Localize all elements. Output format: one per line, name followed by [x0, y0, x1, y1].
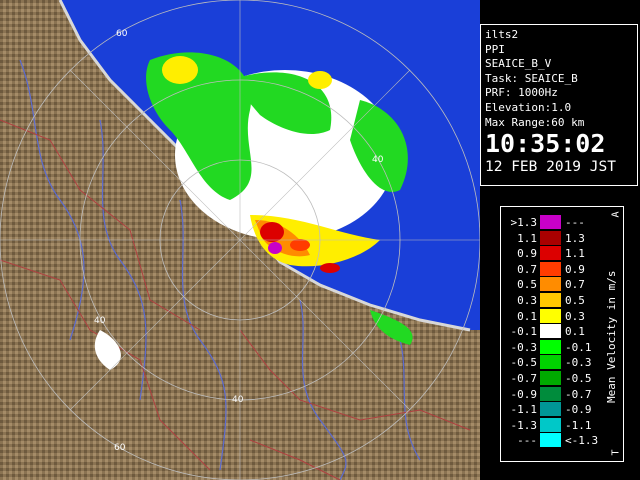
legend-row: >1.3 ---	[501, 215, 609, 230]
legend-swatch	[540, 324, 561, 339]
legend-row: -0.7 -0.5	[501, 371, 609, 386]
legend-corner-top: A	[610, 211, 622, 218]
legend-low-value: 0.7	[517, 262, 537, 276]
max-range: Max Range:60 km	[485, 115, 585, 129]
legend-row: -1.3 -1.1	[501, 417, 609, 433]
legend-swatch	[540, 371, 561, 385]
legend-low-value: -1.3	[510, 418, 538, 432]
legend-row: -0.9 -0.7	[501, 386, 609, 402]
legend-low-value: -0.5	[510, 356, 538, 370]
task: Task: SEAICE_B	[485, 71, 578, 85]
legend-swatch	[540, 402, 561, 417]
legend-row: 0.3 0.5	[501, 293, 609, 308]
legend-high-value: 1.3	[565, 231, 585, 245]
range-label: 60	[116, 29, 128, 39]
radial-lines	[0, 0, 480, 480]
legend-row: 0.5 0.7	[501, 277, 609, 292]
legend-low-value: >1.3	[510, 216, 538, 229]
legend-low-value: -0.9	[510, 387, 538, 401]
legend-swatch	[540, 308, 561, 323]
legend-row: 0.7 0.9	[501, 261, 609, 277]
legend-high-value: 0.1	[565, 325, 585, 339]
legend-swatch	[540, 293, 561, 307]
time-display: 10:35:02	[485, 129, 606, 159]
legend-high-value: 0.7	[565, 278, 585, 292]
legend-low-value: 0.1	[517, 309, 537, 323]
legend-swatch	[540, 215, 561, 229]
legend-high-value: 0.9	[565, 262, 585, 276]
product-type: PPI	[485, 42, 505, 56]
radar-map[interactable]: 60 40 40 40 60	[0, 0, 480, 480]
legend-title: Mean Velocity in m/s	[605, 270, 618, 404]
legend-high-value: -0.3	[565, 356, 592, 370]
legend-swatch	[540, 261, 561, 276]
legend-low-value: 0.5	[517, 278, 537, 292]
legend-row: 1.1 1.3	[501, 230, 609, 246]
product-name: SEAICE_B_V	[485, 57, 552, 71]
legend-high-value: -1.1	[565, 418, 592, 432]
legend-swatch	[540, 386, 561, 401]
legend-high-value: 0.5	[565, 294, 585, 307]
range-label: 40	[372, 155, 384, 165]
legend-row: -0.5 -0.3	[501, 355, 609, 370]
legend-swatch	[540, 339, 561, 354]
legend-high-value: -0.9	[565, 403, 592, 417]
legend-swatch	[540, 417, 561, 432]
legend-low-value: -1.1	[510, 403, 538, 417]
legend-swatch	[540, 433, 561, 448]
legend-row: 0.9 1.1	[501, 246, 609, 261]
legend-high-value: 1.1	[565, 247, 585, 261]
legend-corner-bottom: T	[610, 449, 622, 456]
legend-high-value: -0.5	[565, 372, 592, 385]
legend-low-value: -0.1	[510, 325, 538, 339]
legend-row: -0.1 0.1	[501, 324, 609, 339]
legend-row: 0.1 0.3	[501, 308, 609, 324]
radar-info-panel: ilts2 PPI SEAICE_B_V Task: SEAICE_B PRF:…	[480, 24, 638, 186]
velocity-legend: >1.3 --- 1.1 1.3 0.9 1.1 0.7 0.9 0.5 0.7 0.3 0.5 0.1…	[500, 206, 624, 462]
legend-high-value: -0.7	[565, 387, 592, 401]
legend-low-value: -0.7	[510, 372, 538, 385]
radar-name: ilts2	[485, 28, 519, 41]
legend-low-value: 0.9	[517, 247, 537, 261]
legend-low-value: 1.1	[517, 231, 537, 245]
legend-row: -0.3 -0.1	[501, 339, 609, 355]
legend-high-value: -0.1	[565, 340, 592, 354]
date-display: 12 FEB 2019 JST	[485, 159, 616, 176]
prf: PRF: 1000Hz	[485, 86, 558, 100]
range-label: 40	[94, 316, 106, 326]
legend-row: -1.1 -0.9	[501, 402, 609, 417]
legend-swatch	[540, 277, 561, 292]
legend-swatch	[540, 246, 561, 261]
legend-low-value: -0.3	[510, 340, 538, 354]
legend-low-value: ---	[517, 434, 537, 448]
legend-swatch	[540, 355, 561, 370]
range-label: 40	[232, 395, 244, 405]
range-label: 60	[114, 443, 126, 453]
legend-low-value: 0.3	[517, 294, 537, 307]
legend-high-value: 0.3	[565, 309, 585, 323]
legend-row: --- <-1.3	[501, 433, 609, 448]
legend-high-value: <-1.3	[565, 434, 599, 448]
elevation: Elevation:1.0	[485, 100, 572, 114]
legend-high-value: ---	[565, 216, 585, 229]
legend-swatch	[540, 230, 561, 245]
